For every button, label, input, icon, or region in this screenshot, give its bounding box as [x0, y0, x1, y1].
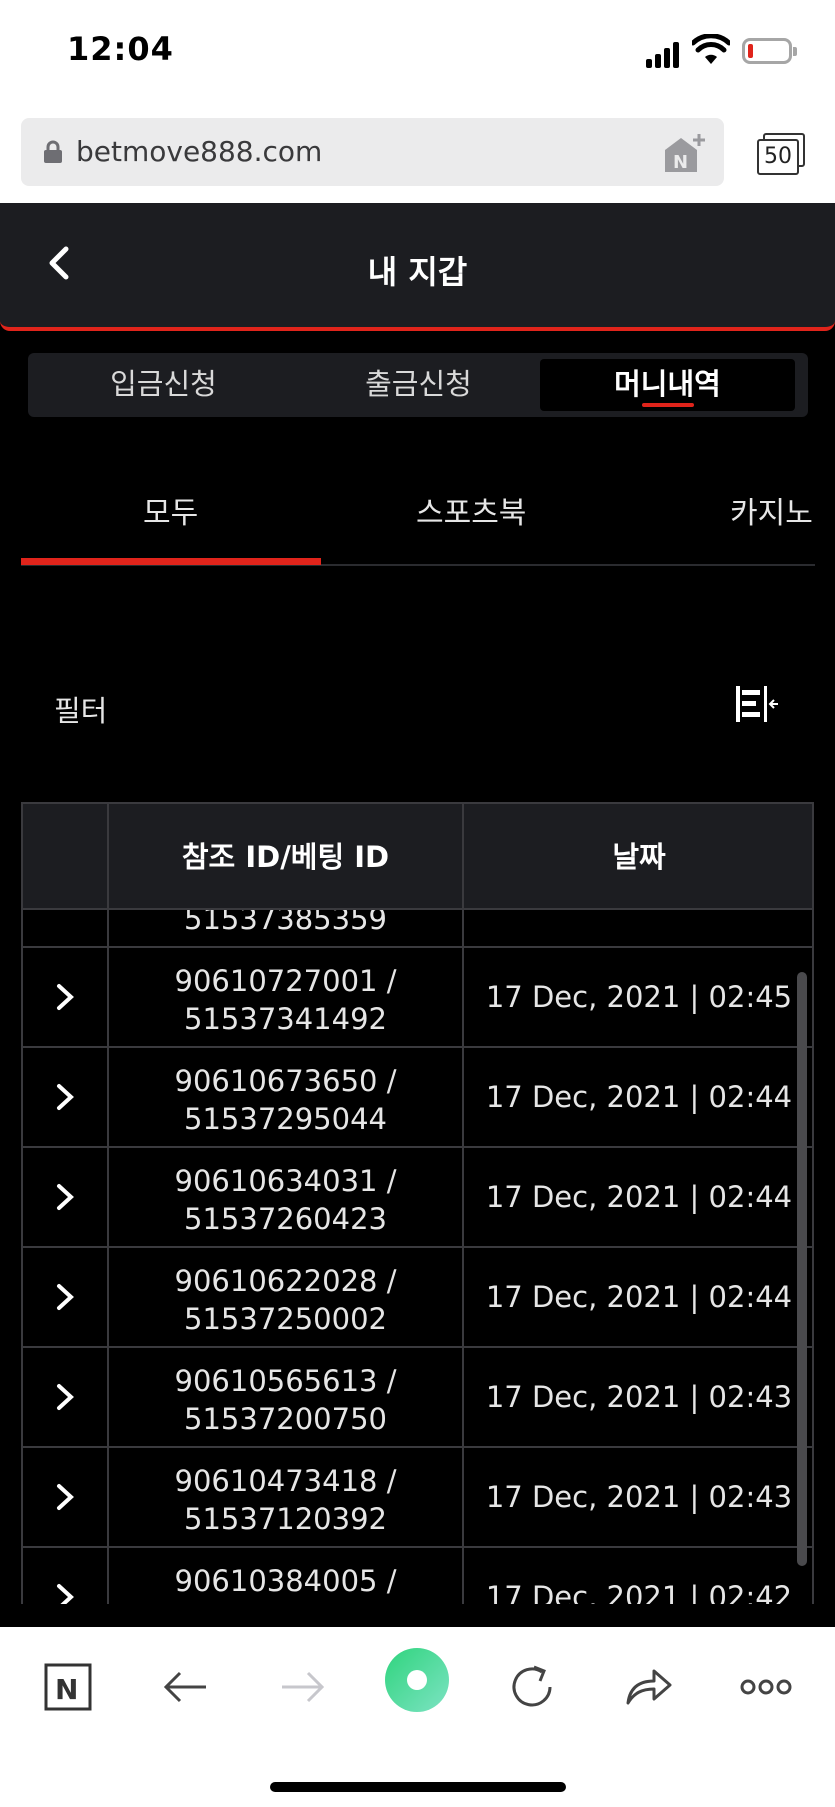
- ref-id: 90610634031 /: [174, 1164, 397, 1198]
- ref-id: 90610727001 /: [174, 964, 397, 998]
- chevron-right-icon[interactable]: [53, 1582, 77, 1604]
- home-indicator: [270, 1782, 566, 1792]
- tab-deposit-request[interactable]: 입금신청: [36, 359, 291, 411]
- chevron-right-icon[interactable]: [53, 982, 77, 1012]
- ref-id: 90610673650 /: [174, 1064, 397, 1098]
- date-cell: 17 Dec, 2021 | 02:45: [485, 980, 793, 1014]
- bet-id: 51537385359: [184, 910, 387, 936]
- more-icon[interactable]: [736, 1657, 796, 1717]
- bet-id: 51537250002: [184, 1302, 387, 1336]
- page-title: 내 지갑: [367, 253, 468, 291]
- table-row[interactable]: 90610565613 / 51537200750 17 Dec, 2021 | …: [23, 1348, 812, 1448]
- chevron-right-icon[interactable]: [53, 1182, 77, 1212]
- column-header-ref-id: 참조 ID/베팅 ID: [181, 840, 390, 874]
- tabs-button[interactable]: 50: [757, 133, 805, 175]
- chevron-right-icon[interactable]: [53, 1382, 77, 1412]
- bet-id: 51537341492: [184, 1002, 387, 1036]
- wallet-segment-control: 입금신청 출금신청 머니내역: [28, 353, 808, 417]
- ref-bet-id: 90610673650 / 51537295044: [109, 1062, 462, 1138]
- cellular-signal-icon: [646, 38, 682, 68]
- status-bar: 12:04: [0, 0, 835, 108]
- table-row[interactable]: 90610473418 / 51537120392 17 Dec, 2021 | …: [23, 1448, 812, 1548]
- green-dot-icon[interactable]: [382, 1645, 452, 1715]
- url-bar[interactable]: betmove888.com N: [21, 118, 724, 186]
- bet-id: 51537295044: [184, 1102, 387, 1136]
- svg-text:N: N: [55, 1673, 78, 1706]
- table-row[interactable]: 90610384005 / 17 Dec, 2021 | 02:42: [23, 1548, 812, 1604]
- active-tab-indicator: [21, 558, 321, 565]
- chevron-right-icon[interactable]: [53, 1082, 77, 1112]
- ref-bet-id: 90610634031 / 51537260423: [109, 1162, 462, 1238]
- reload-icon[interactable]: [502, 1657, 562, 1717]
- naver-home-icon[interactable]: N: [38, 1657, 98, 1717]
- table-row[interactable]: 90610673650 / 51537295044 17 Dec, 2021 | …: [23, 1048, 812, 1148]
- table-row[interactable]: 90610622028 / 51537250002 17 Dec, 2021 | …: [23, 1248, 812, 1348]
- ref-id: 90610473418 /: [174, 1464, 397, 1498]
- ref-id: 90610565613 /: [174, 1364, 397, 1398]
- column-header-date: 날짜: [612, 840, 666, 874]
- url-text: betmove888.com: [76, 135, 323, 168]
- back-icon[interactable]: [156, 1657, 216, 1717]
- ref-id: 90610622028 /: [174, 1264, 397, 1298]
- table-row[interactable]: 90610727001 / 51537341492 17 Dec, 2021 | …: [23, 948, 812, 1048]
- ref-bet-id: 90610565613 / 51537200750: [109, 1362, 462, 1438]
- table-row[interactable]: 51537385359: [23, 910, 812, 948]
- chevron-right-icon[interactable]: [53, 1282, 77, 1312]
- chevron-right-icon[interactable]: [53, 1482, 77, 1512]
- svg-text:N: N: [673, 152, 688, 173]
- table-body[interactable]: 51537385359 90610727001 / 51537341492 17 …: [23, 910, 812, 1604]
- ref-bet-id: 90610473418 / 51537120392: [109, 1462, 462, 1538]
- table-scrollbar[interactable]: [797, 972, 807, 1566]
- bet-id: 51537120392: [184, 1502, 387, 1536]
- date-cell: 17 Dec, 2021 | 02:43: [485, 1380, 793, 1414]
- tab-sportsbook[interactable]: 스포츠북: [416, 488, 526, 532]
- bet-id: 51537260423: [184, 1202, 387, 1236]
- money-history-table: 참조 ID/베팅 ID 날짜 51537385359 90610727001 /…: [21, 802, 814, 1604]
- filter-label: 필터: [54, 694, 108, 728]
- tab-count: 50: [757, 139, 799, 175]
- date-cell: 17 Dec, 2021 | 02:44: [485, 1180, 793, 1214]
- table-row[interactable]: 90610634031 / 51537260423 17 Dec, 2021 | …: [23, 1148, 812, 1248]
- forward-icon: [282, 1671, 325, 1703]
- lock-icon: [44, 140, 62, 163]
- ref-id: 90610384005 /: [174, 1564, 397, 1598]
- ref-bet-id: 90610727001 / 51537341492: [109, 962, 462, 1038]
- date-cell: 17 Dec, 2021 | 02:43: [485, 1480, 793, 1514]
- ref-bet-id: 90610384005 /: [109, 1562, 462, 1600]
- browser-toolbar: N: [0, 1627, 835, 1807]
- tab-casino[interactable]: 카지노: [730, 488, 813, 532]
- status-time: 12:04: [67, 30, 174, 68]
- tab-all[interactable]: 모두: [143, 488, 198, 532]
- ref-bet-id: 90610622028 / 51537250002: [109, 1262, 462, 1338]
- share-icon[interactable]: [618, 1657, 678, 1717]
- filter-sort-icon[interactable]: [734, 684, 780, 724]
- tab-money-history[interactable]: 머니내역: [540, 359, 795, 411]
- date-cell: 17 Dec, 2021 | 02:44: [485, 1280, 793, 1314]
- battery-icon: [742, 38, 797, 64]
- page-header: 내 지갑: [0, 203, 835, 331]
- naver-home-add-icon[interactable]: N: [661, 132, 707, 174]
- browser-top-bar: betmove888.com N 50: [0, 108, 835, 203]
- table-header: 참조 ID/베팅 ID 날짜: [23, 802, 812, 910]
- date-cell: 17 Dec, 2021 | 02:42: [485, 1580, 793, 1604]
- wifi-icon: [692, 34, 730, 64]
- tab-withdraw-request[interactable]: 출금신청: [291, 359, 546, 411]
- bet-id: 51537200750: [184, 1402, 387, 1436]
- date-cell: 17 Dec, 2021 | 02:44: [485, 1080, 793, 1114]
